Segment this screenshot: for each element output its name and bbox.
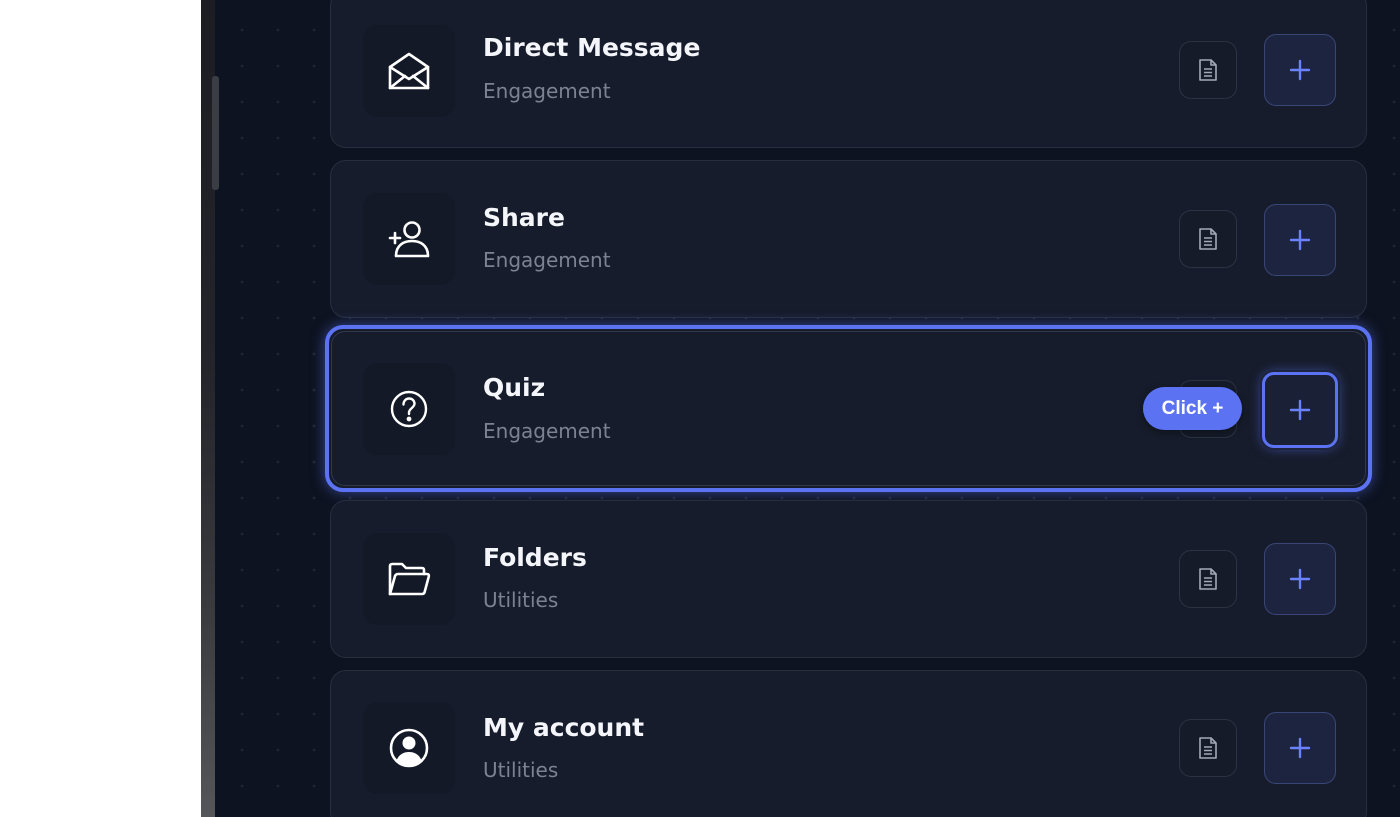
item-category: Engagement <box>483 79 611 103</box>
plus-icon <box>1289 229 1311 251</box>
question-circle-icon <box>390 390 428 428</box>
item-icon-box <box>363 25 455 117</box>
list-item-folders[interactable]: Folders Utilities <box>330 500 1367 658</box>
details-button[interactable] <box>1179 41 1237 99</box>
list-item-my-account[interactable]: My account Utilities <box>330 670 1367 817</box>
item-title: Quiz <box>483 373 546 402</box>
item-title: Folders <box>483 543 587 572</box>
document-icon <box>1199 228 1217 250</box>
item-title: Direct Message <box>483 33 701 62</box>
item-icon-box <box>363 193 455 285</box>
user-circle-icon <box>389 728 429 768</box>
plus-icon <box>1289 59 1311 81</box>
details-button[interactable] <box>1179 210 1237 268</box>
document-icon <box>1199 568 1217 590</box>
plus-icon <box>1289 399 1311 421</box>
document-icon <box>1199 737 1217 759</box>
add-button[interactable] <box>1262 372 1338 448</box>
item-category: Engagement <box>483 248 611 272</box>
item-icon-box <box>363 533 455 625</box>
details-button[interactable] <box>1179 550 1237 608</box>
envelope-open-icon <box>388 52 430 90</box>
item-category: Utilities <box>483 758 559 782</box>
item-title: My account <box>483 713 645 742</box>
item-category: Engagement <box>483 419 611 443</box>
document-icon <box>1199 59 1217 81</box>
tutorial-hint-pill: Click + <box>1143 387 1242 430</box>
item-icon-box <box>363 702 455 794</box>
list-item-direct-message[interactable]: Direct Message Engagement <box>330 0 1367 148</box>
folder-open-icon <box>388 562 431 596</box>
list-item-share[interactable]: Share Engagement <box>330 160 1367 318</box>
add-button[interactable] <box>1264 712 1336 784</box>
details-button[interactable] <box>1179 719 1237 777</box>
plus-icon <box>1289 568 1311 590</box>
item-title: Share <box>483 203 565 232</box>
add-button[interactable] <box>1264 204 1336 276</box>
blank-area <box>0 0 201 817</box>
item-category: Utilities <box>483 588 559 612</box>
scrollbar-thumb[interactable] <box>212 76 219 190</box>
add-button[interactable] <box>1264 34 1336 106</box>
user-add-icon <box>388 221 430 258</box>
add-button[interactable] <box>1264 543 1336 615</box>
plus-icon <box>1289 737 1311 759</box>
item-icon-box <box>363 363 455 455</box>
